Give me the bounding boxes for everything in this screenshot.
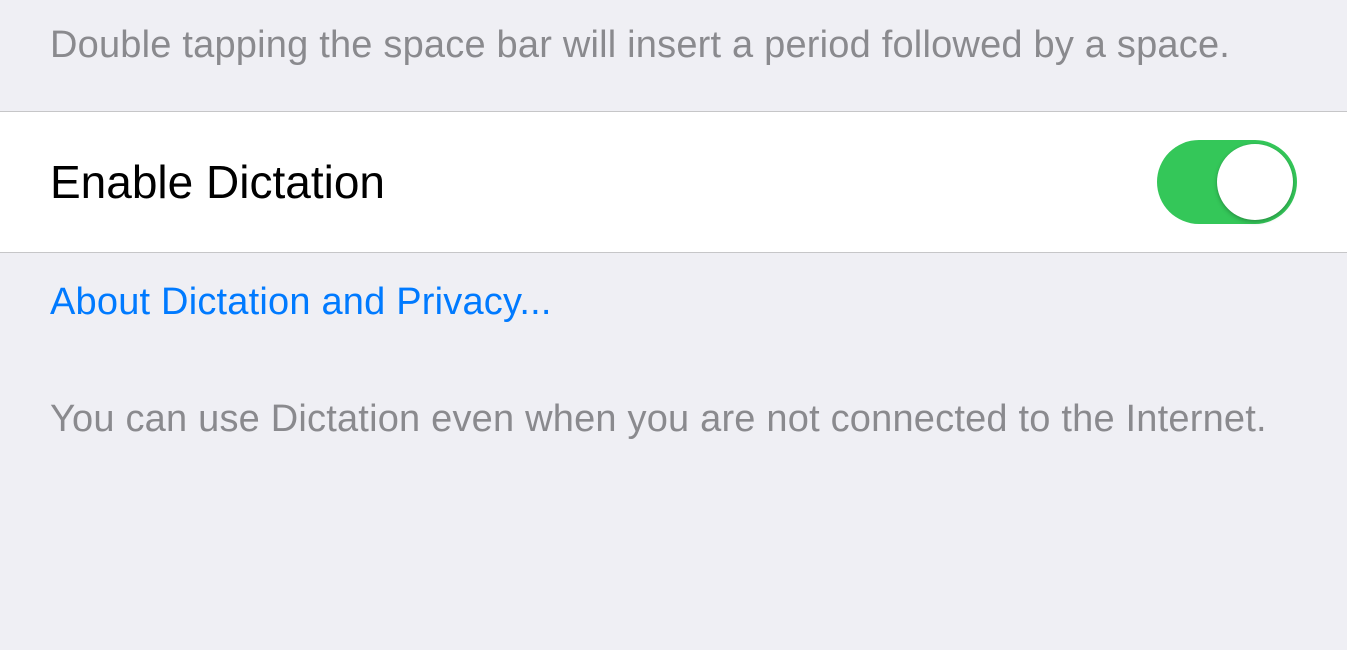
enable-dictation-cell[interactable]: Enable Dictation (0, 111, 1347, 253)
toggle-knob (1217, 144, 1293, 220)
about-dictation-privacy-link[interactable]: About Dictation and Privacy... (50, 281, 552, 323)
dictation-section-footer: About Dictation and Privacy... (0, 253, 1347, 334)
enable-dictation-label: Enable Dictation (50, 155, 385, 209)
enable-dictation-toggle[interactable] (1157, 140, 1297, 224)
previous-section-footer: Double tapping the space bar will insert… (0, 0, 1347, 111)
dictation-info-text: You can use Dictation even when you are … (0, 334, 1347, 465)
